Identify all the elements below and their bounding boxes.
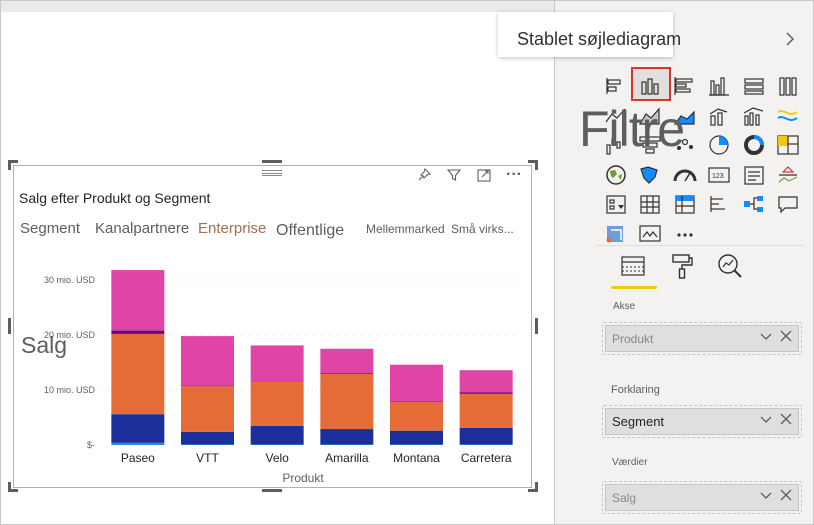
- resize-handle-left[interactable]: [8, 318, 11, 334]
- remove-field-close-icon[interactable]: [780, 329, 792, 346]
- field-pill-values[interactable]: Salg: [605, 484, 799, 511]
- 100-stacked-column-chart-icon[interactable]: [775, 74, 801, 98]
- resize-handle-top[interactable]: [262, 160, 282, 163]
- chevron-down-icon[interactable]: [760, 489, 772, 504]
- filled-map-icon[interactable]: [637, 163, 663, 187]
- ribbon-chart-icon[interactable]: [775, 104, 801, 128]
- qa-icon[interactable]: [775, 192, 801, 216]
- map-icon[interactable]: [603, 163, 629, 187]
- well-label-values: Værdier: [612, 457, 648, 468]
- more-visuals-icon[interactable]: [672, 222, 698, 246]
- chevron-down-icon[interactable]: [760, 330, 772, 345]
- pie-chart-icon[interactable]: [706, 133, 732, 157]
- matrix-icon[interactable]: [672, 192, 698, 216]
- collapse-pane-chevron-icon[interactable]: [784, 30, 796, 53]
- resize-handle-bottom[interactable]: [262, 489, 282, 492]
- multi-row-card-icon[interactable]: [741, 163, 767, 187]
- resize-handle-top-right[interactable]: [535, 160, 538, 170]
- pane-tabs: [603, 250, 803, 290]
- paginated-report-icon[interactable]: [637, 222, 663, 246]
- legend-title: Segment: [20, 220, 81, 237]
- table-icon[interactable]: [637, 192, 663, 216]
- resize-handle-right[interactable]: [535, 318, 538, 334]
- donut-chart-icon[interactable]: [741, 133, 767, 157]
- field-pill-legend[interactable]: Segment: [605, 408, 799, 435]
- card-icon[interactable]: 123: [706, 163, 732, 187]
- svg-text:123: 123: [712, 173, 724, 180]
- legend-item[interactable]: Offentlige: [276, 222, 344, 240]
- field-pill-axis[interactable]: Produkt: [605, 325, 799, 352]
- fields-tab-icon[interactable]: [619, 254, 649, 285]
- stacked-column-chart-icon[interactable]: [637, 74, 663, 98]
- legend-item[interactable]: Kanalpartnere: [95, 220, 189, 237]
- key-influencers-icon[interactable]: [706, 192, 732, 216]
- drag-grip-icon[interactable]: [262, 170, 282, 176]
- python-visual-icon[interactable]: [603, 222, 629, 246]
- chart-legend: Segment Kanalpartnere Enterprise Offentl…: [20, 220, 520, 240]
- drag-label-filters: Filtre: [579, 101, 685, 157]
- line-clustered-column-chart-icon[interactable]: [741, 104, 767, 128]
- canvas-top-strip: [1, 1, 554, 12]
- focus-mode-icon[interactable]: [474, 165, 494, 185]
- decomposition-tree-icon[interactable]: [741, 192, 767, 216]
- clustered-bar-chart-icon[interactable]: [672, 74, 698, 98]
- stacked-column-visual[interactable]: [13, 165, 532, 488]
- chart-title: Salg efter Produkt og Segment: [19, 190, 211, 206]
- filter-icon[interactable]: [444, 165, 464, 185]
- remove-field-close-icon[interactable]: [780, 412, 792, 429]
- pin-icon[interactable]: [414, 165, 434, 185]
- slicer-icon[interactable]: [603, 192, 629, 216]
- legend-item[interactable]: Mellemmarked: [366, 222, 445, 236]
- gauge-icon[interactable]: [672, 163, 698, 187]
- pane-divider: [595, 245, 805, 246]
- visual-header: ···: [414, 164, 524, 186]
- line-column-chart-icon[interactable]: [706, 104, 732, 128]
- resize-handle-bottom-right[interactable]: [535, 482, 538, 492]
- analytics-tab-icon[interactable]: [715, 252, 745, 285]
- resize-handle-top-left[interactable]: [8, 160, 11, 170]
- treemap-icon[interactable]: [775, 133, 801, 157]
- field-pill-label: Produkt: [612, 332, 654, 346]
- 100-stacked-bar-chart-icon[interactable]: [741, 74, 767, 98]
- legend-item[interactable]: Små virks...: [451, 222, 514, 236]
- active-tab-indicator: [611, 286, 657, 289]
- legend-item[interactable]: Enterprise: [198, 220, 266, 237]
- remove-field-close-icon[interactable]: [780, 488, 792, 505]
- more-options-icon[interactable]: ···: [504, 165, 524, 185]
- stacked-bar-chart-icon[interactable]: [603, 74, 629, 98]
- chevron-down-icon[interactable]: [760, 413, 772, 428]
- well-label-axis: Akse: [613, 301, 636, 312]
- field-pill-label: Segment: [612, 414, 665, 429]
- format-tab-icon[interactable]: [669, 252, 695, 285]
- field-pill-label: Salg: [612, 491, 637, 505]
- kpi-icon[interactable]: [775, 163, 801, 187]
- clustered-column-chart-icon[interactable]: [706, 74, 732, 98]
- resize-handle-bottom-left[interactable]: [8, 482, 11, 492]
- tooltip: Stablet søjlediagram: [498, 12, 681, 57]
- well-label-legend: Forklaring: [611, 384, 660, 396]
